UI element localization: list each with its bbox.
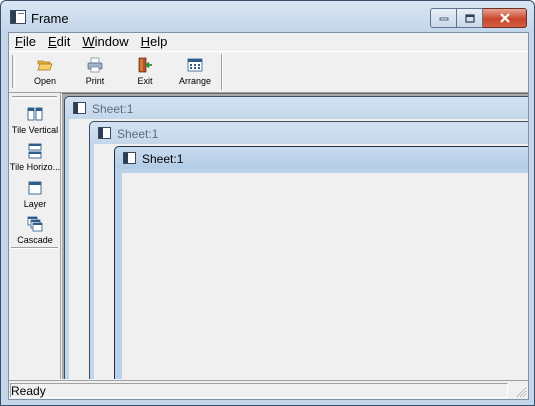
cascade-label: Cascade bbox=[17, 235, 53, 245]
window-layout-toolbar: Tile Vertical Tile Horizo... Layer Casca… bbox=[9, 93, 61, 379]
menu-file-label: ile bbox=[22, 34, 36, 49]
minimize-button[interactable] bbox=[430, 8, 457, 28]
exit-button[interactable]: Exit bbox=[123, 55, 167, 89]
status-text: Ready bbox=[11, 384, 46, 398]
menu-file-mnemonic: F bbox=[15, 34, 23, 49]
cascade-button[interactable]: Cascade bbox=[9, 214, 61, 250]
client-area: File Edit Window Help Open Print Exit Ar… bbox=[8, 32, 529, 400]
menu-file[interactable]: File bbox=[9, 33, 42, 51]
sheet-icon bbox=[123, 152, 136, 164]
menu-window[interactable]: Window bbox=[76, 33, 134, 51]
tile-vertical-icon bbox=[27, 107, 43, 121]
printer-icon bbox=[87, 57, 103, 73]
mdi-child-2-titlebar[interactable]: Sheet:1 bbox=[90, 122, 528, 144]
menu-edit-label: dit bbox=[56, 34, 71, 49]
tile-vertical-button[interactable]: Tile Vertical bbox=[9, 104, 61, 140]
status-bar: Ready bbox=[9, 380, 528, 399]
menu-window-label: indow bbox=[94, 34, 129, 49]
sidebar-divider bbox=[11, 247, 58, 249]
close-icon bbox=[499, 13, 510, 23]
tile-horizontal-icon bbox=[28, 143, 42, 159]
print-label: Print bbox=[85, 76, 105, 86]
open-label: Open bbox=[33, 76, 57, 86]
sidebar-grip[interactable] bbox=[12, 96, 57, 99]
mdi-child-3-titlebar[interactable]: Sheet:1 bbox=[115, 147, 528, 169]
mdi-child-window-3[interactable]: Sheet:1 bbox=[114, 146, 528, 379]
app-window-icon bbox=[10, 10, 26, 24]
maximize-icon bbox=[464, 13, 475, 23]
mdi-child-3-title: Sheet:1 bbox=[142, 152, 184, 166]
tile-horizontal-button[interactable]: Tile Horizo... bbox=[9, 141, 61, 177]
mdi-child-1-titlebar[interactable]: Sheet:1 bbox=[65, 97, 528, 119]
sheet-icon bbox=[98, 127, 111, 139]
close-button[interactable] bbox=[483, 8, 527, 28]
menu-bar: File Edit Window Help bbox=[9, 33, 528, 51]
mdi-child-3-body[interactable] bbox=[122, 173, 528, 379]
main-toolbar: Open Print Exit Arrange bbox=[9, 52, 528, 93]
menu-window-mnemonic: W bbox=[82, 34, 95, 49]
menu-help[interactable]: Help bbox=[135, 33, 174, 51]
layer-label: Layer bbox=[23, 199, 47, 209]
layer-window-icon bbox=[28, 181, 42, 195]
sheet-icon bbox=[73, 102, 86, 114]
arrange-grid-icon bbox=[187, 58, 203, 72]
arrange-button[interactable]: Arrange bbox=[173, 55, 217, 89]
resize-grip-icon[interactable] bbox=[515, 386, 527, 398]
print-button[interactable]: Print bbox=[73, 55, 117, 89]
toolbar-grip[interactable] bbox=[12, 55, 15, 88]
title-bar[interactable]: Frame bbox=[1, 1, 534, 32]
toolbar-end-divider bbox=[221, 54, 223, 90]
arrange-label: Arrange bbox=[178, 76, 212, 86]
menu-help-label: elp bbox=[150, 34, 168, 49]
menu-help-mnemonic: H bbox=[140, 34, 151, 49]
main-window: Frame File Edit Window Help Open Print E… bbox=[0, 0, 535, 406]
menu-edit[interactable]: Edit bbox=[42, 33, 76, 51]
status-panel bbox=[10, 383, 508, 398]
maximize-button[interactable] bbox=[457, 8, 483, 28]
menu-edit-mnemonic: E bbox=[47, 34, 57, 49]
minimize-icon bbox=[439, 17, 448, 21]
folder-open-icon bbox=[37, 60, 53, 71]
layer-button[interactable]: Layer bbox=[9, 178, 61, 214]
exit-label: Exit bbox=[137, 76, 153, 86]
tile-vertical-label: Tile Vertical bbox=[11, 125, 59, 135]
window-title: Frame bbox=[31, 11, 69, 26]
exit-door-icon bbox=[138, 57, 152, 73]
mdi-child-1-title: Sheet:1 bbox=[92, 102, 134, 116]
mdi-workspace: Sheet:1 Sheet:1 Sheet:1 bbox=[62, 93, 528, 379]
open-button[interactable]: Open bbox=[23, 55, 67, 89]
tile-horizontal-label: Tile Horizo... bbox=[9, 162, 61, 172]
cascade-windows-icon bbox=[27, 216, 43, 232]
mdi-child-2-title: Sheet:1 bbox=[117, 127, 159, 141]
caption-buttons bbox=[430, 8, 527, 28]
